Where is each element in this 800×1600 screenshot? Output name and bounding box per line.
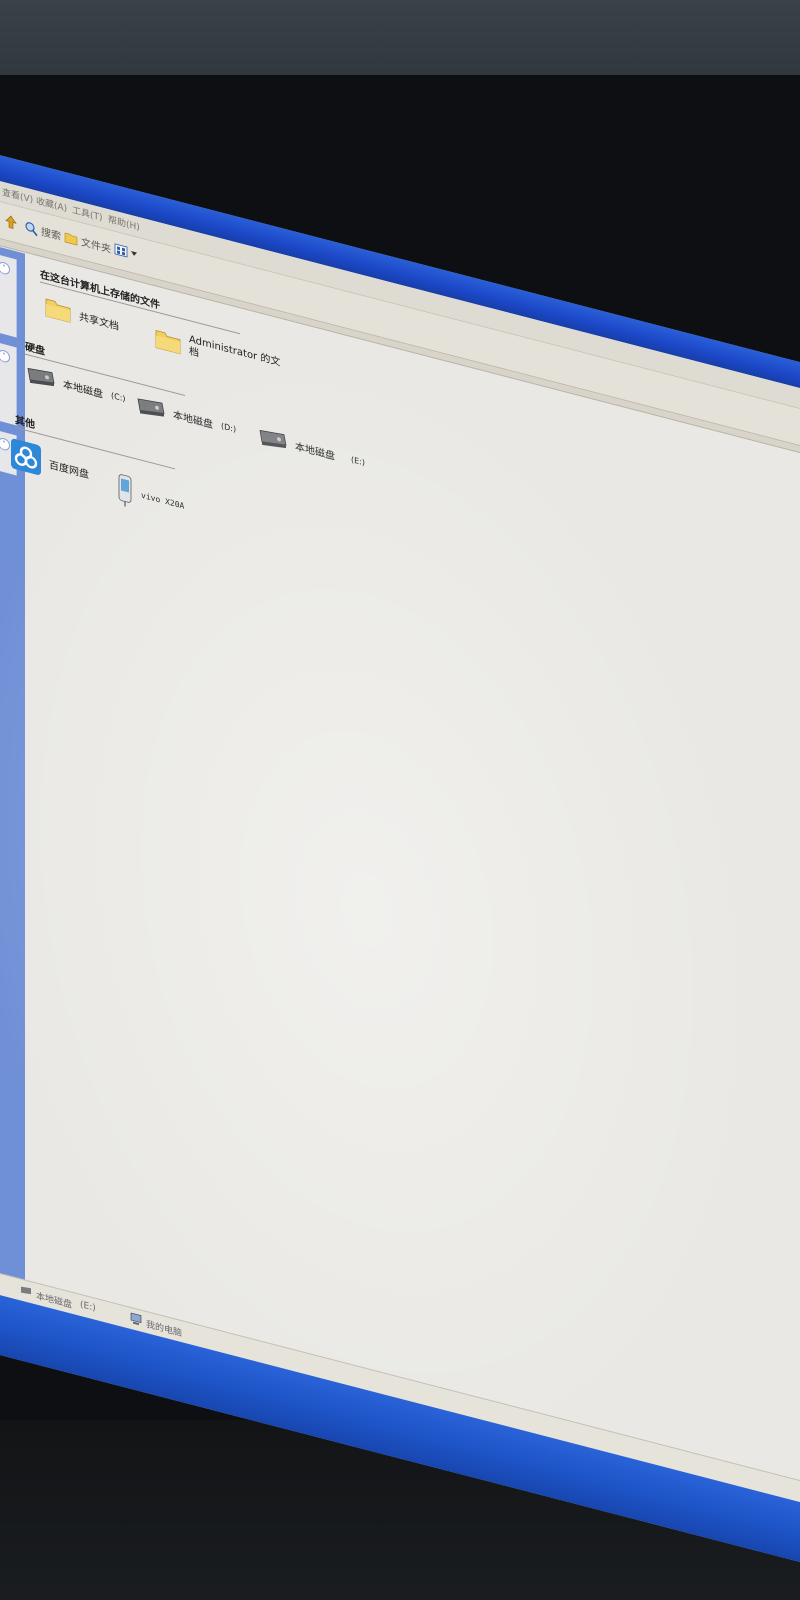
drive-c[interactable]: 本地磁盘 (C:) — [25, 364, 126, 408]
folder-shared-documents[interactable]: 共享文档 — [45, 295, 119, 336]
up-arrow-icon — [5, 215, 17, 229]
hard-drive-icon — [259, 429, 287, 449]
folders-button[interactable]: 文件夹 — [64, 229, 111, 256]
menu-view[interactable]: 查看(V) — [2, 185, 33, 206]
folder-admin-documents[interactable]: Administrator 的文 档 — [155, 325, 280, 381]
drive-letter: (E:) — [351, 454, 365, 468]
phone-icon — [118, 474, 132, 507]
search-button[interactable]: 搜索 — [24, 218, 61, 243]
device-phone[interactable]: vivo X20A — [117, 471, 184, 522]
menu-favorites[interactable]: 收藏(A) — [36, 193, 67, 214]
drive-d[interactable]: 本地磁盘 (D:) — [135, 394, 236, 438]
my-computer-icon — [130, 1312, 142, 1326]
hard-drive-icon — [137, 398, 165, 417]
hard-drive-icon — [27, 367, 55, 387]
drive-label: 本地磁盘 — [173, 409, 213, 431]
folders-label: 文件夹 — [81, 237, 111, 256]
search-icon — [25, 221, 38, 236]
views-grid-icon — [114, 243, 128, 258]
drive-label: 本地磁盘 — [63, 378, 103, 401]
status-drive-letter: (E:) — [80, 1299, 96, 1314]
explorer-window: 查看(V) 收藏(A) 工具(T) 帮助(H) 搜索 文件夹 ˄ ˄ ˄ 在这台… — [0, 150, 800, 1573]
folder-icon — [64, 232, 78, 245]
task-panel-1[interactable]: ˄ — [0, 250, 17, 338]
folder-icon — [155, 330, 181, 355]
baidu-label: 百度网盘 — [49, 459, 89, 481]
collapse-chevron-icon[interactable]: ˄ — [0, 260, 10, 276]
folder-label: 共享文档 — [79, 311, 119, 333]
phone-label: vivo X20A — [141, 490, 185, 511]
drive-letter: (D:) — [221, 420, 237, 434]
drive-e[interactable]: 本地磁盘 (E:) — [257, 426, 365, 472]
hard-drive-icon — [21, 1286, 31, 1295]
up-button[interactable] — [4, 213, 18, 231]
drive-letter: (C:) — [111, 390, 126, 404]
monitor-screen: 查看(V) 收藏(A) 工具(T) 帮助(H) 搜索 文件夹 ˄ ˄ ˄ 在这台… — [0, 150, 800, 1573]
drive-label: 本地磁盘 — [295, 440, 335, 463]
folder-icon — [45, 298, 71, 323]
file-view: 在这台计算机上存储的文件 共享文档 Administrator 的文 档 硬盘 … — [11, 254, 800, 1465]
folder-label: Administrator 的文 档 — [189, 334, 280, 382]
collapse-chevron-icon[interactable]: ˄ — [0, 348, 10, 364]
views-button[interactable] — [114, 242, 137, 262]
search-label: 搜索 — [41, 226, 61, 243]
menu-tools[interactable]: 工具(T) — [72, 203, 103, 224]
chevron-down-icon — [131, 251, 137, 256]
collapse-chevron-icon[interactable]: ˄ — [0, 436, 10, 452]
menu-help[interactable]: 帮助(H) — [108, 212, 140, 233]
task-pane: ˄ ˄ ˄ — [0, 242, 25, 1354]
